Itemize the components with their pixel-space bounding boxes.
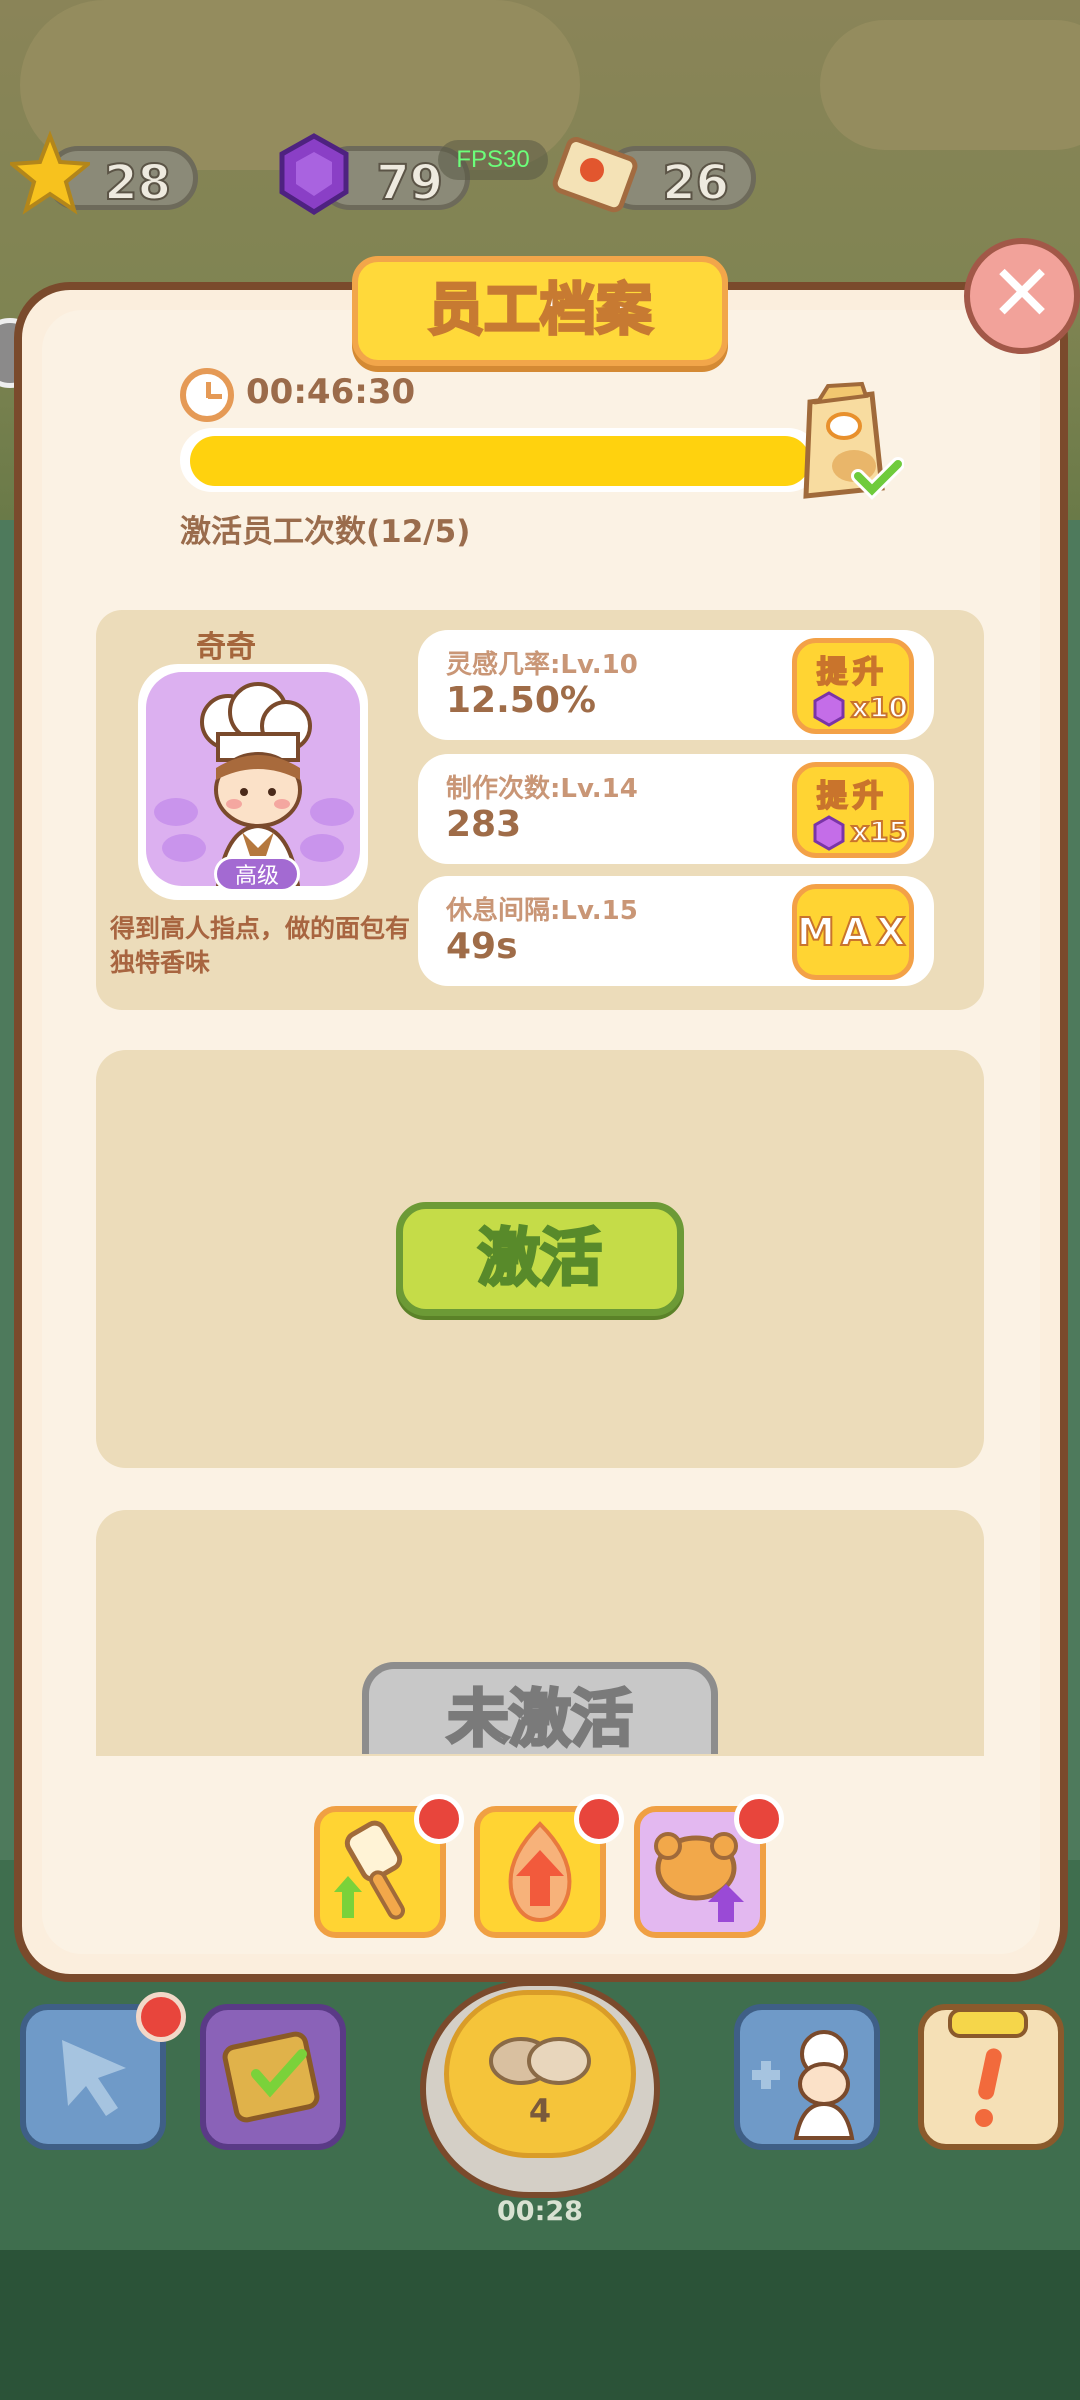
nav-hire-chef[interactable] (734, 2004, 880, 2150)
upgrade-cost: x15 (850, 814, 909, 849)
recipe-book-icon (222, 2031, 320, 2123)
bake-count: 4 (528, 2092, 552, 2130)
upgrade-label: 提升 (816, 654, 889, 691)
stat-label: 灵感几率:Lv.10 (446, 650, 638, 680)
notification-dot (574, 1794, 624, 1844)
upgrade-production-button[interactable]: 提升 x15 (792, 762, 914, 858)
notification-dot (414, 1794, 464, 1844)
employee-description: 得到高人指点，做的面包有独特香味 (110, 914, 411, 977)
employee-name: 奇奇 (196, 630, 256, 665)
activation-timer: 00:46:30 (246, 372, 416, 412)
clock-icon (180, 368, 234, 422)
background-cloud (820, 20, 1080, 150)
close-icon: ✕ (989, 249, 1055, 339)
nav-task-board[interactable] (918, 2004, 1064, 2150)
upgrade-cost: x10 (850, 690, 909, 725)
stat-value: 49s (446, 926, 518, 967)
activation-progress-bar (180, 428, 820, 492)
nav-cursor[interactable] (20, 1992, 186, 2150)
gem-icon (813, 815, 845, 851)
activation-count-label: 激活员工次数(12/5) (180, 514, 471, 550)
fps-indicator: FPS30 (438, 140, 548, 180)
notification-dot (734, 1794, 784, 1844)
ticket-count: 26 (661, 154, 730, 212)
upgrade-inspiration-button[interactable]: 提升 x10 (792, 638, 914, 734)
background-floor (0, 2250, 1080, 2400)
employee-card: 奇奇 高级 得到高人指点，做的面包有独特香味 灵感几率:Lv.10 12.50%… (96, 610, 984, 1010)
activate-button[interactable]: 激活 (396, 1202, 684, 1316)
bread-bag-reward-icon[interactable] (788, 380, 904, 508)
tab-fire-upgrade[interactable] (474, 1794, 624, 1938)
tab-bread-upgrade[interactable] (634, 1794, 784, 1938)
employee-grade-badge: 高级 (214, 856, 300, 892)
clipboard-alert-icon (948, 2008, 1028, 2127)
add-chef-icon (752, 2030, 855, 2140)
portrait-background (146, 672, 360, 886)
gem-count: 79 (375, 154, 444, 212)
bake-button-inner (444, 1990, 636, 2158)
star-count: 28 (103, 154, 172, 212)
max-level-button[interactable]: MAX (792, 884, 914, 980)
bake-timer: 00:28 (497, 2196, 583, 2227)
max-label: MAX (796, 909, 912, 955)
panel-title-plate: 员工档案 (352, 256, 728, 366)
ticket-icon (552, 137, 638, 213)
stat-label: 制作次数:Lv.14 (446, 774, 638, 804)
gem-icon (813, 691, 845, 727)
gem-icon (279, 133, 349, 215)
chef-avatar-icon (154, 682, 354, 886)
upgrade-label: 提升 (816, 778, 889, 815)
close-button[interactable]: ✕ (964, 238, 1080, 354)
progress-fill (190, 436, 810, 486)
panel-title: 员工档案 (427, 277, 654, 345)
stat-label: 休息间隔:Lv.15 (446, 896, 638, 926)
nav-recipe-book[interactable] (200, 2004, 346, 2150)
activate-label: 激活 (476, 1220, 603, 1296)
tab-spatula-upgrade[interactable] (314, 1794, 464, 1938)
star-icon (10, 130, 90, 215)
stat-production: 制作次数:Lv.14 283 提升 x15 (418, 754, 934, 864)
stat-value: 283 (446, 804, 522, 845)
locked-button: 未激活 (362, 1662, 718, 1754)
stat-value: 12.50% (446, 680, 596, 721)
locked-label: 未激活 (445, 1681, 634, 1755)
notification-dot (136, 1992, 186, 2042)
stat-inspiration: 灵感几率:Lv.10 12.50% 提升 x10 (418, 630, 934, 740)
bake-button[interactable]: 4 (420, 1980, 660, 2198)
stat-rest-interval: 休息间隔:Lv.15 49s MAX (418, 876, 934, 986)
